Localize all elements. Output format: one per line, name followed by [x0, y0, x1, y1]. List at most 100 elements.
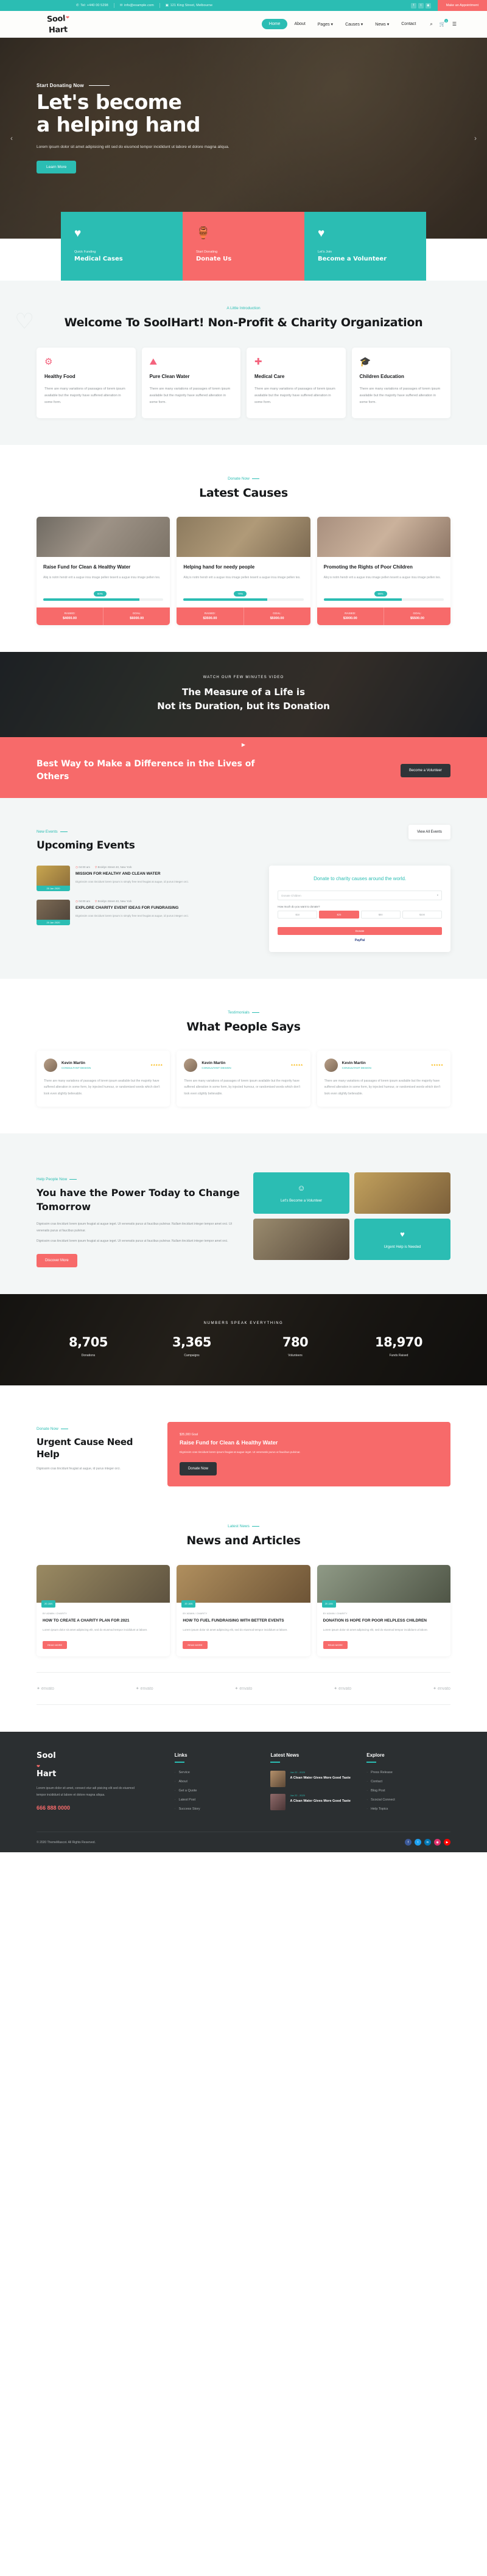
discover-more-button[interactable]: Discover More — [37, 1253, 77, 1267]
footer-news-item[interactable]: Jan 22 - 2020 A Clean Water Gives More G… — [270, 1771, 354, 1788]
location-pin-icon: ⚲ — [94, 900, 97, 903]
chevron-down-icon: ▾ — [436, 894, 438, 897]
help-tile[interactable]: ♥ Urgent Help is Needed — [354, 1218, 450, 1260]
cause-card[interactable]: Helping hand for needy people Aliq is no… — [177, 517, 310, 625]
play-icon[interactable]: ▶ — [237, 738, 250, 752]
read-more-button[interactable]: READ MORE — [323, 1641, 348, 1650]
envato-icon: ✦ — [135, 1687, 139, 1692]
amount-option[interactable]: $50 — [360, 911, 401, 919]
amount-option[interactable]: $10 — [278, 911, 318, 919]
instagram-icon[interactable]: ◉ — [434, 1839, 441, 1846]
feature-box-medical[interactable]: ♥ Quick Funding Medical Cases — [61, 212, 183, 281]
hero-next-arrow[interactable]: › — [470, 134, 481, 142]
volunteer-tile[interactable]: ☺ Let's Become a Volunteer — [253, 1172, 350, 1214]
news-date: 20 JAN — [41, 1600, 56, 1608]
events-section: New Events Upcoming Events View All Even… — [0, 797, 487, 979]
envato-icon: ✦ — [433, 1687, 436, 1692]
service-card-title: Healthy Food — [44, 374, 75, 380]
urgent-donate-button[interactable]: Donate Now — [180, 1462, 217, 1476]
hero-learn-more-button[interactable]: Learn More — [37, 160, 77, 173]
footer-logo[interactable]: Sool ❤ Hart — [37, 1752, 163, 1778]
read-more-button[interactable]: READ MORE — [183, 1641, 208, 1650]
nav-item-pages[interactable]: Pages ▾ — [312, 19, 338, 29]
address-contact: ▣ 121 King Street, Melbourne — [166, 4, 212, 7]
hamburger-icon[interactable]: ☰ — [452, 21, 457, 27]
service-card[interactable]: ✚ Medical Care There are many variations… — [247, 348, 346, 419]
service-card-title: Medical Care — [254, 374, 285, 380]
counters-section: NUMBERS SPEAK EVERYTHING 8,705 Donations… — [0, 1293, 487, 1385]
feature-box-volunteer[interactable]: ♥ Let's Join Become a Volunteer — [304, 212, 426, 281]
rating-stars-icon: ★★★★★ — [290, 1063, 303, 1067]
paypal-logo[interactable]: PayPal — [278, 939, 442, 942]
power-tagline-text: Help People Now — [37, 1177, 68, 1181]
footer-explore-link[interactable]: Help Topics — [366, 1807, 450, 1811]
donate-button[interactable]: Donate — [278, 927, 442, 936]
amount-option[interactable]: $100 — [402, 911, 443, 919]
footer-explore-link[interactable]: Press Release — [366, 1771, 450, 1774]
footer-link[interactable]: Service — [175, 1771, 259, 1774]
nav-item-about[interactable]: About — [289, 19, 310, 29]
instagram-icon[interactable]: ◉ — [425, 2, 431, 9]
counter-number: 8,705 — [69, 1335, 108, 1350]
site-logo[interactable]: Sool❤ Hart — [37, 13, 79, 35]
news-card[interactable]: 20 JAN BY ADMIN / CHARITY HOW TO CREATE … — [37, 1564, 170, 1657]
view-all-events-button[interactable]: View All Events — [408, 824, 450, 839]
footer-link[interactable]: Get a Quote — [175, 1789, 259, 1793]
cause-card[interactable]: Promoting the Rights of Poor Children Al… — [317, 517, 450, 625]
email-contact[interactable]: ✉ info@example.com — [120, 4, 154, 7]
become-volunteer-button[interactable]: Become a Volunteer — [400, 763, 450, 777]
footer-phone[interactable]: 666 888 0000 — [37, 1805, 163, 1811]
nav-item-home[interactable]: Home — [261, 19, 288, 29]
urgent-card: $35,000 Goal Raise Fund for Clean & Heal… — [167, 1421, 450, 1487]
nav-item-contact[interactable]: Contact — [396, 19, 421, 29]
twitter-icon[interactable]: t — [415, 1839, 421, 1846]
footer-explore-link[interactable]: Scocial Connect — [366, 1798, 450, 1802]
facebook-icon[interactable]: f — [410, 2, 416, 9]
footer-news-item[interactable]: Jan 22 - 2020 A Clean Water Gives More G… — [270, 1794, 354, 1811]
donation-amount-label: How much do you want to donate? — [278, 905, 320, 909]
donation-widget-title: Donate to charity causes around the worl… — [314, 876, 407, 882]
facebook-icon[interactable]: f — [405, 1839, 412, 1846]
nav-item-causes[interactable]: Causes ▾ — [340, 19, 368, 29]
service-card[interactable]: 🎓 Children Education There are many vari… — [351, 348, 450, 419]
footer-explore-link[interactable]: Contact — [366, 1780, 450, 1783]
counter-number: 780 — [282, 1335, 309, 1350]
mountain-flag-icon: ⛰ — [149, 357, 158, 368]
service-card-text: There are many variations of passages of… — [44, 387, 125, 405]
make-appointment-button[interactable]: Make an Appointment — [437, 0, 487, 11]
youtube-icon[interactable]: ▶ — [444, 1839, 450, 1846]
footer-explore-link[interactable]: Blog Post — [366, 1789, 450, 1793]
event-item[interactable]: 20 Jan 2020 ◷ 04:00 am ⚲ Broklyn Street … — [37, 866, 258, 892]
feature-box-donate[interactable]: 🏺 Start Donating Donate Us — [183, 212, 304, 281]
welcome-cards: ⚙ Healthy Food There are many variations… — [37, 348, 450, 419]
footer-link[interactable]: Success Story — [175, 1807, 259, 1811]
envato-icon: ✦ — [334, 1687, 338, 1692]
service-card[interactable]: ⚙ Healthy Food There are many variations… — [37, 348, 136, 419]
phone-contact[interactable]: ✆ Tel: +440 00 5298 — [76, 4, 108, 7]
testimonials-header: Testimonials What People Says — [37, 1006, 450, 1035]
twitter-icon[interactable]: t — [418, 2, 424, 9]
service-card[interactable]: ⛰ Pure Clean Water There are many variat… — [141, 348, 240, 419]
address-text: 121 King Street, Melbourne — [170, 4, 213, 7]
footer-link[interactable]: Latest Post — [175, 1798, 259, 1802]
welcome-section: ♡ A Little Introduction Welcome To SoolH… — [0, 281, 487, 446]
linkedin-icon[interactable]: in — [424, 1839, 431, 1846]
event-item[interactable]: 20 Jan 2020 ◷ 04:00 am ⚲ Broklyn Street … — [37, 900, 258, 926]
causes-header: Donate Now Latest Causes — [37, 472, 450, 501]
amount-option-selected[interactable]: $25 — [319, 911, 359, 919]
news-card[interactable]: 20 JAN BY ADMIN / CHARITY DONATION IS HO… — [317, 1564, 450, 1657]
raised-label: RAISED: — [204, 611, 215, 615]
donation-widget: Donate to charity causes around the worl… — [269, 866, 450, 953]
cause-card[interactable]: Raise Fund for Clean & Healthy Water Ali… — [37, 517, 170, 625]
news-card[interactable]: 20 JAN BY ADMIN / CHARITY HOW TO FUEL FU… — [177, 1564, 310, 1657]
hero-prev-arrow[interactable]: ‹ — [6, 134, 17, 142]
donation-cause-select[interactable]: Donate Children ▾ — [278, 891, 442, 901]
footer-link[interactable]: About — [175, 1780, 259, 1783]
read-more-button[interactable]: READ MORE — [43, 1641, 68, 1650]
cart-icon[interactable]: 🛒 0 — [440, 19, 448, 27]
news-image: 20 JAN — [177, 1564, 310, 1608]
event-time: 04:00 am — [79, 866, 90, 869]
nav-item-news[interactable]: News ▾ — [370, 19, 394, 29]
causes-tagline-text: Donate Now — [228, 477, 250, 481]
search-icon[interactable]: ⌕ — [430, 21, 432, 27]
